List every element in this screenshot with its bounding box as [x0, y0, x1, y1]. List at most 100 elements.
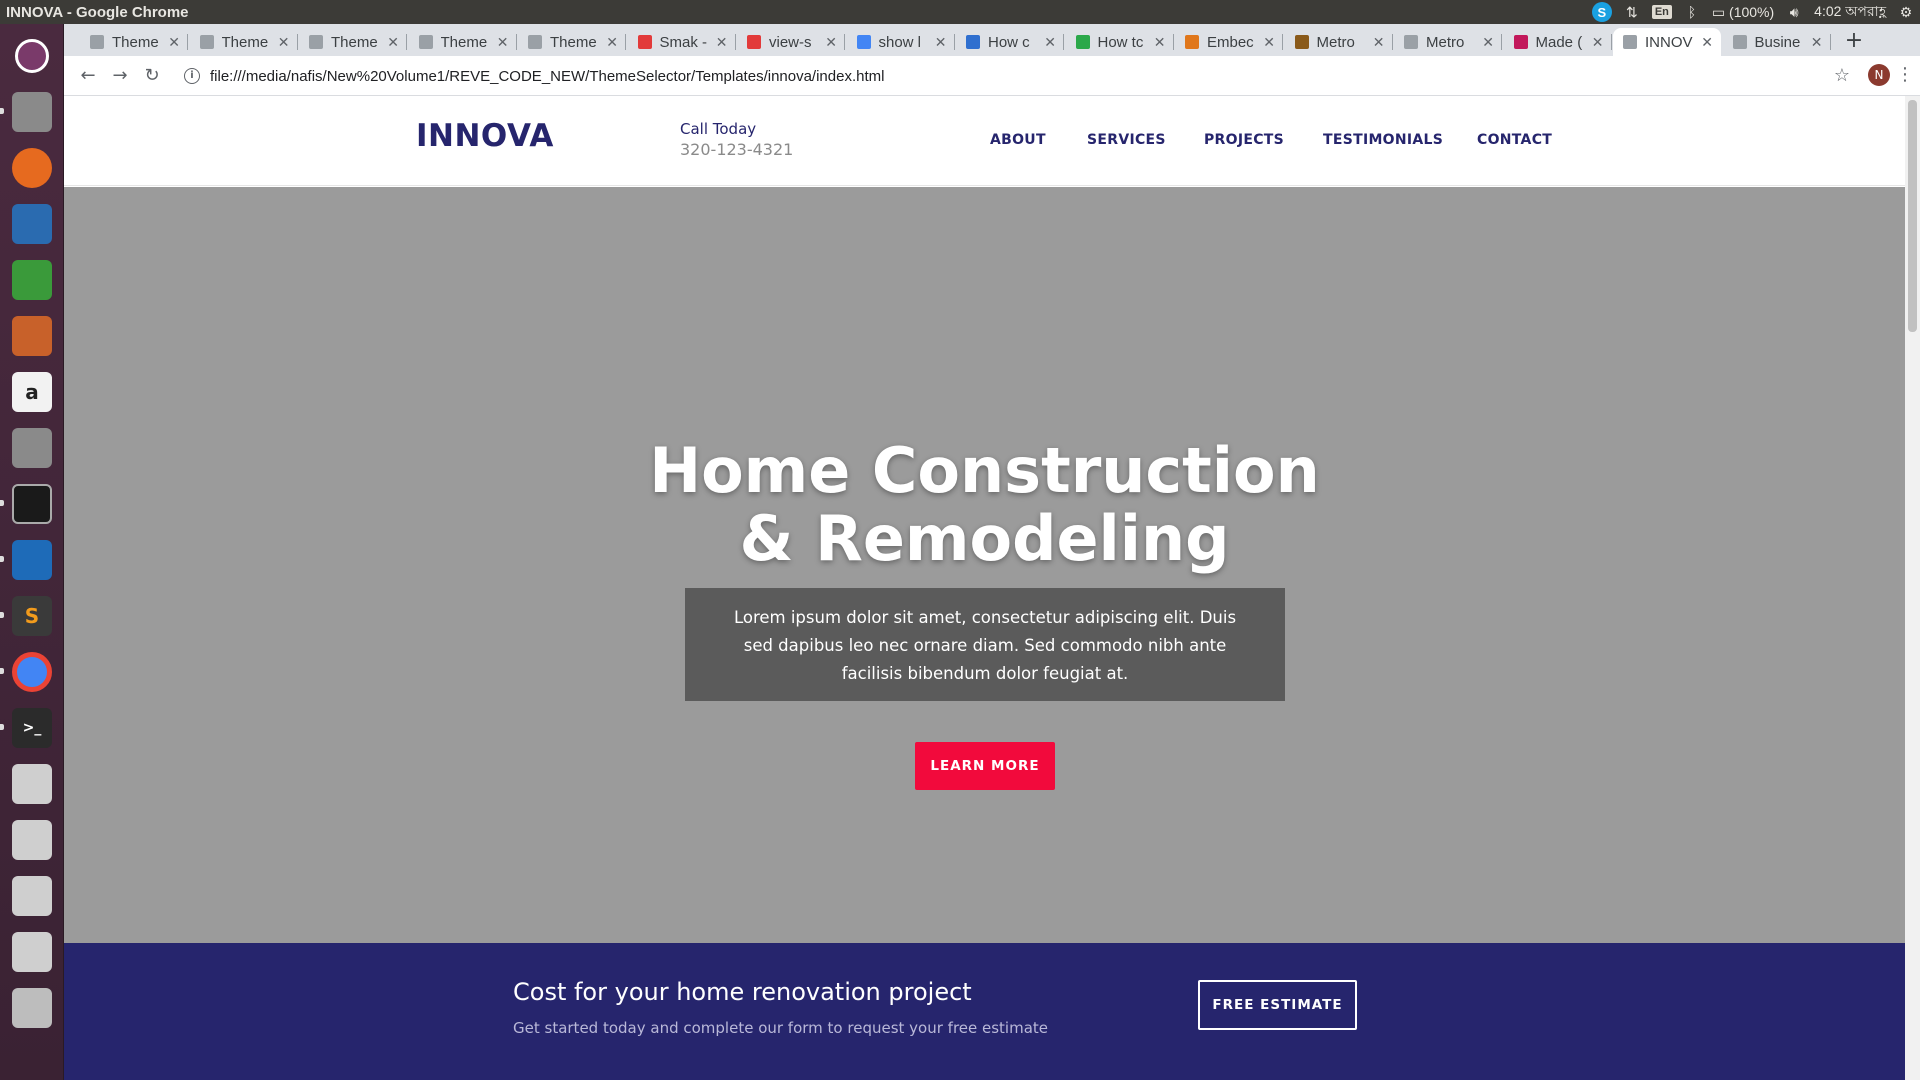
tab-close-icon[interactable]: ✕ [1811, 34, 1823, 51]
url-text[interactable]: file:///media/nafis/New%20Volume1/REVE_C… [210, 68, 884, 85]
nav-projects[interactable]: PROJECTS [1204, 132, 1284, 148]
tab-close-icon[interactable]: ✕ [1701, 34, 1713, 51]
amazon-icon[interactable]: a [6, 366, 58, 418]
tab-label: show l [878, 33, 922, 51]
address-bar[interactable]: i file:///media/nafis/New%20Volume1/REVE… [174, 60, 1874, 92]
running-indicator [0, 724, 4, 730]
tab-close-icon[interactable]: ✕ [1373, 34, 1385, 51]
nav-testimonials[interactable]: TESTIMONIALS [1323, 132, 1443, 148]
site-header: INNOVA Call Today 320-123-4321 ABOUT SER… [64, 96, 1905, 186]
battery-indicator[interactable]: ▭ (100%) [1712, 3, 1774, 21]
browser-tab[interactable]: Metro ✕ [1285, 28, 1393, 56]
browser-tab[interactable]: Theme ✕ [80, 28, 188, 56]
browser-tab[interactable]: Busine ✕ [1723, 28, 1831, 56]
scrollbar-thumb[interactable] [1908, 100, 1917, 332]
tab-close-icon[interactable]: ✕ [1044, 34, 1056, 51]
tab-separator [1063, 34, 1064, 50]
browser-tab[interactable]: Made ( ✕ [1504, 28, 1612, 56]
tab-close-icon[interactable]: ✕ [278, 34, 290, 51]
hero-title-line2: & Remodeling [739, 502, 1230, 575]
bluetooth-icon[interactable]: ᛒ [1684, 3, 1700, 21]
tab-favicon-icon [966, 35, 980, 49]
learn-more-button[interactable]: LEARN MORE [915, 742, 1055, 790]
profile-avatar[interactable]: N [1868, 64, 1890, 86]
files-icon[interactable] [6, 86, 58, 138]
page-viewport: INNOVA Call Today 320-123-4321 ABOUT SER… [64, 96, 1920, 1080]
tab-close-icon[interactable]: ✕ [1263, 34, 1275, 51]
tab-close-icon[interactable]: ✕ [825, 34, 837, 51]
tab-close-icon[interactable]: ✕ [1592, 34, 1604, 51]
tab-close-icon[interactable]: ✕ [1482, 34, 1494, 51]
tab-close-icon[interactable]: ✕ [716, 34, 728, 51]
network-icon[interactable]: ⇅ [1624, 3, 1640, 21]
sublime-text-icon[interactable]: S [6, 590, 58, 642]
site-info-icon[interactable]: i [184, 68, 200, 84]
browser-tab[interactable]: view-s ✕ [737, 28, 845, 56]
drive-icon[interactable] [6, 814, 58, 866]
tab-active[interactable]: INNOV ✕ [1613, 28, 1721, 56]
tab-separator [953, 34, 955, 50]
tab-favicon-icon [418, 35, 433, 49]
browser-tab[interactable]: Theme ✕ [190, 28, 298, 56]
skype-icon[interactable]: S [1591, 2, 1612, 22]
tab-label: Made ( [1535, 33, 1583, 51]
settings-gear-icon[interactable]: ⚙ [1898, 3, 1914, 21]
tab-close-icon[interactable]: ✕ [606, 34, 618, 51]
vscode-icon[interactable] [6, 534, 58, 586]
libreoffice-calc-icon[interactable] [6, 254, 58, 306]
tab-close-icon[interactable]: ✕ [497, 34, 509, 51]
tab-favicon-icon [199, 35, 214, 49]
tab-favicon-icon [1732, 35, 1747, 49]
drive-icon[interactable] [6, 758, 58, 810]
browser-tab[interactable]: How c ✕ [956, 28, 1064, 56]
browser-tab[interactable]: Theme ✕ [518, 28, 626, 56]
tab-close-icon[interactable]: ✕ [935, 34, 947, 51]
bookmark-star-icon[interactable]: ☆ [1834, 65, 1850, 86]
tab-label: Smak - [659, 33, 708, 51]
hero-section: Home Construction & Remodeling Lorem ips… [64, 187, 1905, 943]
browser-menu-icon[interactable]: ⋮ [1896, 64, 1914, 85]
firefox-icon[interactable] [6, 142, 58, 194]
drive-icon[interactable] [6, 870, 58, 922]
tab-close-icon[interactable]: ✕ [168, 34, 180, 51]
browser-tab[interactable]: Metro ✕ [1394, 28, 1502, 56]
tab-favicon-icon [1623, 35, 1637, 49]
tab-label: Busine [1754, 33, 1801, 51]
browser-tab[interactable]: Theme ✕ [409, 28, 517, 56]
new-tab-button[interactable]: + [1840, 28, 1868, 56]
browser-tab[interactable]: How tc ✕ [1066, 28, 1174, 56]
tab-label: view-s [769, 33, 812, 51]
free-estimate-button[interactable]: FREE ESTIMATE [1198, 980, 1357, 1030]
tab-label: Theme [550, 33, 597, 51]
forward-icon[interactable]: → [108, 64, 132, 88]
libreoffice-writer-icon[interactable] [6, 198, 58, 250]
chrome-icon[interactable] [6, 646, 58, 698]
reload-icon[interactable]: ↻ [140, 64, 164, 88]
system-settings-icon[interactable] [6, 422, 58, 474]
nav-about[interactable]: ABOUT [990, 132, 1046, 148]
clock[interactable]: 4:02 অপরাহ্ণ [1814, 3, 1886, 21]
browser-tab[interactable]: Embec ✕ [1175, 28, 1283, 56]
page-scrollbar[interactable] [1905, 96, 1920, 1080]
drive-icon[interactable] [6, 926, 58, 978]
trash-icon[interactable] [6, 982, 58, 1034]
tab-separator [406, 34, 407, 50]
back-icon[interactable]: ← [76, 64, 100, 88]
system-monitor-icon[interactable] [6, 478, 58, 530]
browser-tab[interactable]: Smak - ✕ [628, 28, 736, 56]
ubuntu-dash-icon[interactable] [6, 30, 58, 82]
browser-tab[interactable]: Theme ✕ [299, 28, 407, 56]
tab-separator [1172, 34, 1174, 50]
volume-icon[interactable]: 🔊︎ [1786, 3, 1802, 21]
tab-close-icon[interactable]: ✕ [1154, 34, 1166, 51]
tab-separator [625, 34, 626, 50]
nav-contact[interactable]: CONTACT [1477, 132, 1552, 148]
libreoffice-impress-icon[interactable] [6, 310, 58, 362]
tab-close-icon[interactable]: ✕ [387, 34, 399, 51]
browser-tab[interactable]: show l ✕ [847, 28, 955, 56]
nav-services[interactable]: SERVICES [1087, 132, 1166, 148]
tab-label: Theme [221, 33, 269, 51]
estimate-band: Cost for your home renovation project Ge… [64, 943, 1905, 1080]
terminal-icon[interactable]: >_ [6, 702, 58, 754]
keyboard-layout-indicator[interactable]: En [1651, 3, 1672, 21]
